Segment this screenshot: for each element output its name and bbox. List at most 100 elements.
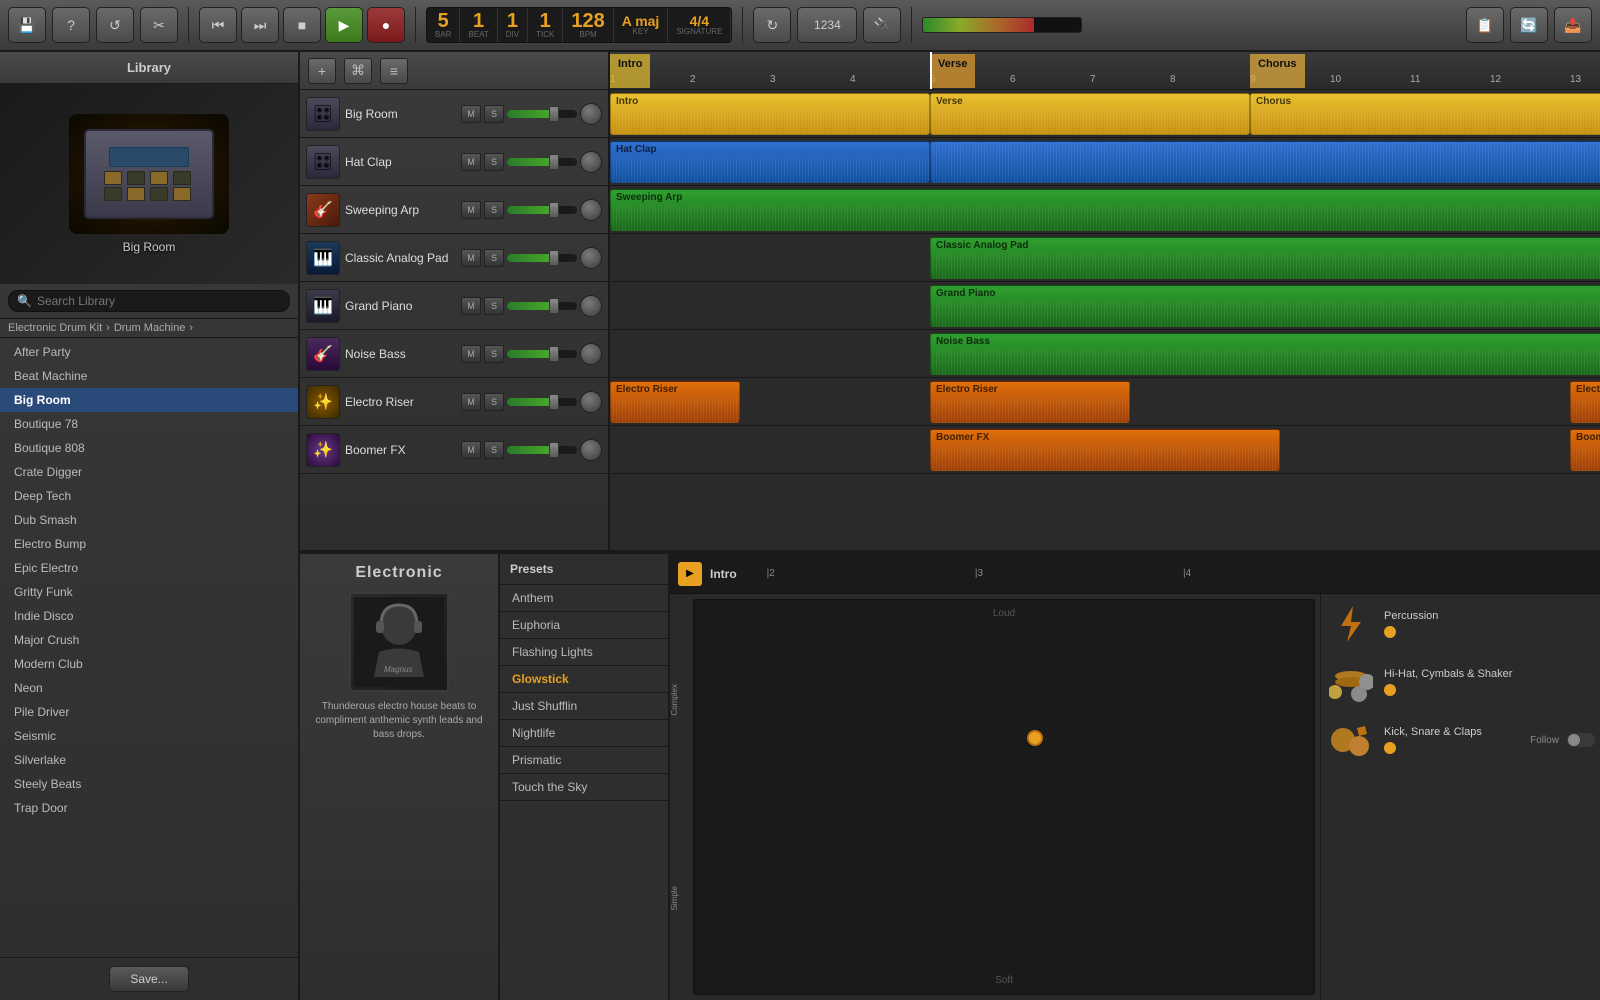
library-item[interactable]: Big Room xyxy=(0,388,298,412)
solo-button[interactable]: S xyxy=(484,297,504,315)
xy-dot[interactable] xyxy=(1027,730,1043,746)
hard-drive-icon[interactable]: 💾 xyxy=(8,7,46,43)
solo-button[interactable]: S xyxy=(484,441,504,459)
clip[interactable]: Electro Riser xyxy=(610,381,740,423)
fast-forward-button[interactable]: ⏭ xyxy=(241,7,279,43)
clip[interactable]: Verse xyxy=(930,93,1250,135)
preset-item[interactable]: Prismatic xyxy=(500,747,668,774)
save-button[interactable]: Save... xyxy=(109,966,188,992)
share-button[interactable]: 📤 xyxy=(1554,7,1592,43)
track-fader[interactable] xyxy=(507,350,577,358)
library-item[interactable]: Epic Electro xyxy=(0,556,298,580)
solo-button[interactable]: S xyxy=(484,105,504,123)
clip[interactable]: Chorus xyxy=(1250,93,1600,135)
track-pan-knob[interactable] xyxy=(580,295,602,317)
track-item[interactable]: ✨ Boomer FX M S xyxy=(300,426,608,474)
preset-item[interactable]: Nightlife xyxy=(500,720,668,747)
mute-button[interactable]: M xyxy=(461,105,481,123)
track-item[interactable]: 🎛 Hat Clap M S xyxy=(300,138,608,186)
solo-button[interactable]: S xyxy=(484,345,504,363)
instrument-dot[interactable] xyxy=(1384,742,1396,754)
help-button[interactable]: ? xyxy=(52,7,90,43)
rewind-button[interactable]: ⏮ xyxy=(199,7,237,43)
library-item[interactable]: Crate Digger xyxy=(0,460,298,484)
track-item[interactable]: 🎸 Noise Bass M S xyxy=(300,330,608,378)
beat-xy-pad[interactable]: Loud Soft xyxy=(693,599,1315,995)
track-pan-knob[interactable] xyxy=(580,439,602,461)
breadcrumb-item[interactable]: Electronic Drum Kit xyxy=(8,322,102,334)
library-item[interactable]: Electro Bump xyxy=(0,532,298,556)
library-item[interactable]: Neon xyxy=(0,676,298,700)
clip[interactable]: Sweeping Arp xyxy=(610,189,1600,231)
follow-toggle[interactable] xyxy=(1567,733,1595,747)
track-fader[interactable] xyxy=(507,302,577,310)
stop-button[interactable]: ■ xyxy=(283,7,321,43)
preset-item[interactable]: Anthem xyxy=(500,585,668,612)
track-fader[interactable] xyxy=(507,158,577,166)
solo-button[interactable]: S xyxy=(484,393,504,411)
track-pan-knob[interactable] xyxy=(580,343,602,365)
clip[interactable]: Noise Bass xyxy=(930,333,1600,375)
preset-item[interactable]: Touch the Sky xyxy=(500,774,668,801)
track-pan-knob[interactable] xyxy=(580,247,602,269)
clip[interactable]: Grand Piano xyxy=(930,285,1600,327)
smart-controls-button[interactable]: ⌘ xyxy=(344,58,372,84)
project-number[interactable]: 1234 xyxy=(797,7,857,43)
preset-item[interactable]: Glowstick xyxy=(500,666,668,693)
library-item[interactable]: Pile Driver xyxy=(0,700,298,724)
library-item[interactable]: Silverlake xyxy=(0,748,298,772)
library-item[interactable]: Indie Disco xyxy=(0,604,298,628)
library-item[interactable]: Trap Door xyxy=(0,796,298,820)
loop-button[interactable]: 🔄 xyxy=(1510,7,1548,43)
clip[interactable]: Boomer FX xyxy=(930,429,1280,471)
cycle-button[interactable]: ↻ xyxy=(753,7,791,43)
clip[interactable] xyxy=(930,141,1600,183)
track-pan-knob[interactable] xyxy=(580,103,602,125)
track-fader[interactable] xyxy=(507,446,577,454)
breadcrumb-item[interactable]: Drum Machine xyxy=(114,322,186,334)
library-item[interactable]: Boutique 808 xyxy=(0,436,298,460)
track-item[interactable]: 🎸 Sweeping Arp M S xyxy=(300,186,608,234)
search-input[interactable] xyxy=(37,294,281,308)
clip[interactable]: Intro xyxy=(610,93,930,135)
library-item[interactable]: Beat Machine xyxy=(0,364,298,388)
filter-button[interactable]: ≡ xyxy=(380,58,408,84)
add-track-button[interactable]: + xyxy=(308,58,336,84)
library-item[interactable]: Modern Club xyxy=(0,652,298,676)
mute-button[interactable]: M xyxy=(461,393,481,411)
mute-button[interactable]: M xyxy=(461,441,481,459)
clip[interactable]: Electro Riser xyxy=(1570,381,1600,423)
solo-button[interactable]: S xyxy=(484,153,504,171)
preset-item[interactable]: Flashing Lights xyxy=(500,639,668,666)
track-pan-knob[interactable] xyxy=(580,151,602,173)
track-pan-knob[interactable] xyxy=(580,391,602,413)
library-item[interactable]: Steely Beats xyxy=(0,772,298,796)
solo-button[interactable]: S xyxy=(484,201,504,219)
library-item[interactable]: Dub Smash xyxy=(0,508,298,532)
plugin-button[interactable]: 🔌 xyxy=(863,7,901,43)
mute-button[interactable]: M xyxy=(461,345,481,363)
library-item[interactable]: After Party xyxy=(0,340,298,364)
preset-item[interactable]: Euphoria xyxy=(500,612,668,639)
clip[interactable]: Electro Riser xyxy=(930,381,1130,423)
mute-button[interactable]: M xyxy=(461,249,481,267)
record-button[interactable]: ● xyxy=(367,7,405,43)
track-item[interactable]: 🎹 Classic Analog Pad M S xyxy=(300,234,608,282)
mute-button[interactable]: M xyxy=(461,201,481,219)
solo-button[interactable]: S xyxy=(484,249,504,267)
preset-item[interactable]: Just Shufflin xyxy=(500,693,668,720)
track-item[interactable]: 🎹 Grand Piano M S xyxy=(300,282,608,330)
library-item[interactable]: Major Crush xyxy=(0,628,298,652)
mute-button[interactable]: M xyxy=(461,297,481,315)
clip[interactable]: Boomer FX xyxy=(1570,429,1600,471)
mute-button[interactable]: M xyxy=(461,153,481,171)
track-item[interactable]: 🎛 Big Room M S xyxy=(300,90,608,138)
track-fader[interactable] xyxy=(507,398,577,406)
instrument-dot[interactable] xyxy=(1384,684,1396,696)
track-fader[interactable] xyxy=(507,254,577,262)
clip[interactable]: Hat Clap xyxy=(610,141,930,183)
track-pan-knob[interactable] xyxy=(580,199,602,221)
scissors-button[interactable]: ✂ xyxy=(140,7,178,43)
library-item[interactable]: Seismic xyxy=(0,724,298,748)
undo-button[interactable]: ↺ xyxy=(96,7,134,43)
